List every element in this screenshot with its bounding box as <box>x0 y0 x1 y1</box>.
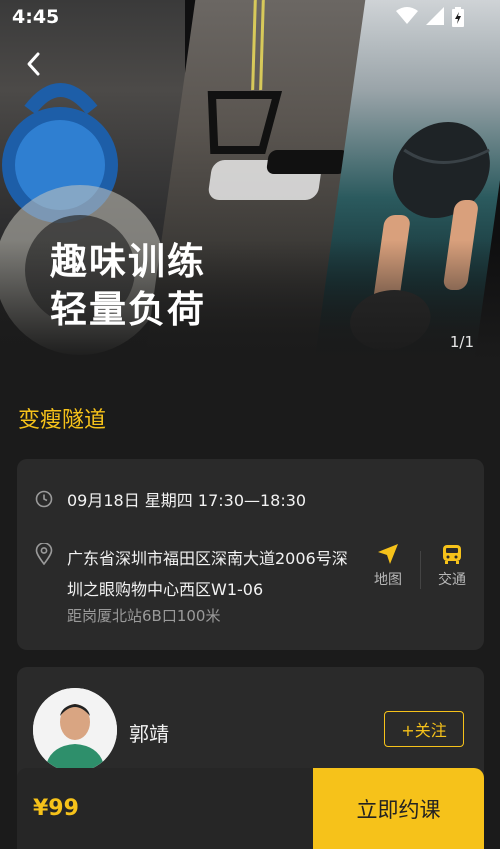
map-button[interactable]: 地图 <box>366 543 410 589</box>
schedule-row: 09月18日 星期四 17:30—18:30 <box>35 487 306 511</box>
status-icons <box>396 7 464 27</box>
status-time: 4:45 <box>12 6 60 28</box>
map-label: 地图 <box>374 572 402 588</box>
image-pager-indicator: 1/1 <box>449 333 474 351</box>
venue-distance: 距岗厦北站6B口100米 <box>67 607 221 625</box>
battery-icon <box>452 7 464 27</box>
location-pin-icon <box>35 543 53 565</box>
class-info-card: 09月18日 星期四 17:30—18:30 广东省深圳市福田区深南大道2006… <box>17 459 484 650</box>
back-chevron-icon[interactable] <box>22 50 46 78</box>
class-price: ¥99 <box>33 796 79 821</box>
transit-label: 交通 <box>438 572 466 588</box>
signal-icon <box>426 7 444 25</box>
status-bar: 4:45 <box>0 0 500 36</box>
venue-address: 广东省深圳市福田区深南大道2006号深圳之眼购物中心西区W1-06 <box>67 549 348 599</box>
wifi-icon <box>396 7 418 24</box>
booking-bar: ¥99 立即约课 <box>17 768 484 849</box>
class-title: 变瘦隧道 <box>18 408 107 433</box>
coach-portrait <box>33 688 117 772</box>
hero-title: 趣味训练 轻量负荷 <box>50 240 206 331</box>
hero-banner: 趣味训练 轻量负荷 1/1 <box>0 0 500 360</box>
action-divider <box>420 551 421 589</box>
book-now-button[interactable]: 立即约课 <box>313 768 484 849</box>
bus-icon <box>443 545 461 564</box>
transit-button[interactable]: 交通 <box>430 543 474 589</box>
clock-icon <box>35 490 53 508</box>
navigation-arrow-icon <box>378 544 398 564</box>
coach-name: 郭靖 <box>129 722 169 746</box>
follow-button[interactable]: +关注 <box>384 711 464 747</box>
coach-avatar[interactable] <box>33 688 117 772</box>
schedule-datetime: 09月18日 星期四 17:30—18:30 <box>67 491 307 510</box>
